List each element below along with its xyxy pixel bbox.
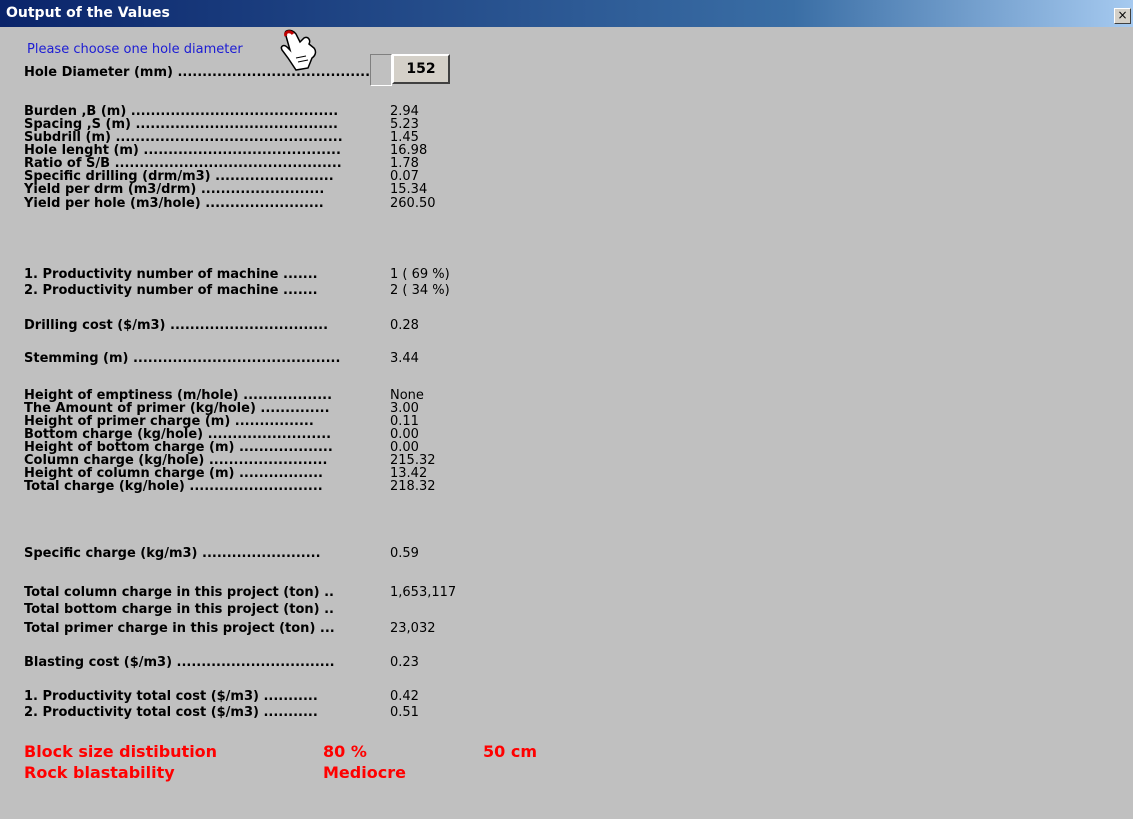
value-text: 3.44	[390, 351, 419, 366]
value-label: 1. Productivity total cost ($/m3) ......…	[24, 689, 318, 704]
diameter-spin-box[interactable]	[370, 54, 392, 86]
value-text: 0.28	[390, 318, 419, 333]
block-size-value: 50 cm	[483, 742, 537, 761]
hole-diameter-button[interactable]: 152	[392, 54, 450, 84]
value-text: 0.42	[390, 689, 419, 704]
value-text: 23,032	[390, 621, 436, 636]
value-label: Drilling cost ($/m3) ...................…	[24, 318, 329, 333]
output-window: Output of the Values × Please choose one…	[0, 0, 1133, 819]
window-title: Output of the Values	[6, 5, 170, 21]
value-label: Total bottom charge in this project (ton…	[24, 602, 334, 617]
value-label: 2. Productivity number of machine ......…	[24, 283, 318, 298]
value-label: Blasting cost ($/m3) ...................…	[24, 655, 335, 670]
close-button[interactable]: ×	[1114, 8, 1131, 24]
close-icon: ×	[1117, 8, 1128, 22]
value-label: Total charge (kg/hole) .................…	[24, 479, 323, 494]
value-label: Stemming (m) ...........................…	[24, 351, 341, 366]
rock-blastability-label: Rock blastability	[24, 763, 175, 782]
value-text: 2 ( 34 %)	[390, 283, 450, 298]
value-label: Total primer charge in this project (ton…	[24, 621, 335, 636]
value-text: 15.34	[390, 182, 428, 197]
hole-diameter-label: Hole Diameter (mm) .....................…	[24, 65, 380, 80]
value-label: 2. Productivity total cost ($/m3) ......…	[24, 705, 318, 720]
title-bar[interactable]: Output of the Values ×	[0, 0, 1133, 27]
value-label: Specific charge (kg/m3) ................…	[24, 546, 321, 561]
value-text: 0.23	[390, 655, 419, 670]
value-text: 218.32	[390, 479, 436, 494]
block-size-percent: 80 %	[323, 742, 367, 761]
choose-diameter-prompt: Please choose one hole diameter	[27, 42, 243, 57]
value-label: Total column charge in this project (ton…	[24, 585, 334, 600]
block-size-label: Block size distibution	[24, 742, 218, 761]
value-text: 1 ( 69 %)	[390, 267, 450, 282]
value-text: 1,653,117	[390, 585, 457, 600]
value-text: 0.51	[390, 705, 419, 720]
value-label: Yield per drm (m3/drm) .................…	[24, 182, 325, 197]
value-label: Yield per hole (m3/hole) ...............…	[24, 196, 324, 211]
value-text: 260.50	[390, 196, 436, 211]
rock-blastability-value: Mediocre	[323, 763, 406, 782]
value-label: 1. Productivity number of machine ......…	[24, 267, 318, 282]
value-text: 0.59	[390, 546, 419, 561]
